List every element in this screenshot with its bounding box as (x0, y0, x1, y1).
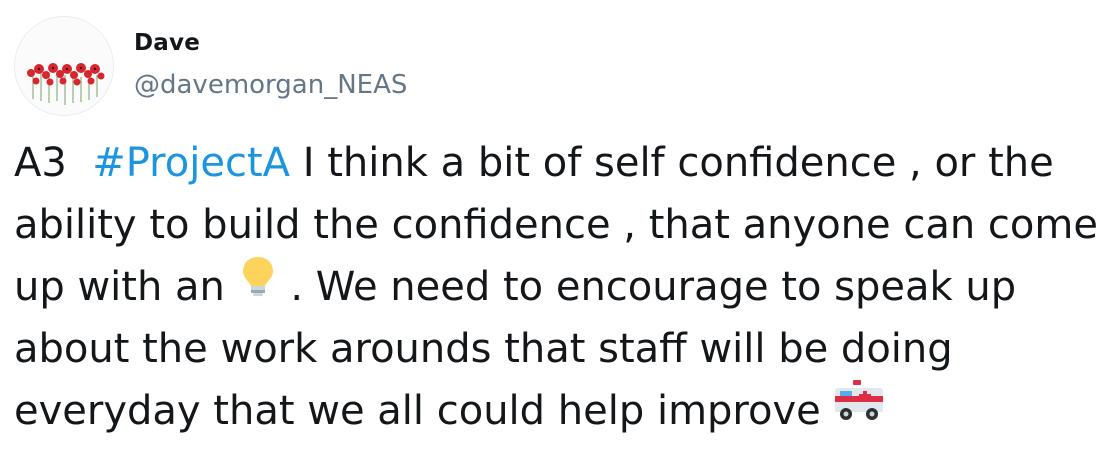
author-name[interactable]: Dave (134, 30, 200, 56)
avatar[interactable] (14, 16, 114, 116)
hashtag-link[interactable]: #ProjectA (92, 140, 290, 186)
tweet-line: A3 #ProjectA I think a bit of self confi… (14, 132, 1114, 194)
tweet-text-segment: everyday that we all could help improve (14, 388, 834, 434)
tweet-text-segment: . We need to encourage to speak up (277, 264, 1017, 310)
tweet-line: up with an . We need to encourage to spe… (14, 256, 1114, 318)
light-bulb-icon (238, 254, 278, 316)
tweet-line: everyday that we all could help improve (14, 380, 1114, 442)
tweet-text-segment: up with an (14, 264, 238, 310)
tweet-line: ability to build the confidence , that a… (14, 194, 1114, 256)
ambulance-icon (833, 378, 885, 440)
tweet-text-segment: ability to build the confidence , that a… (14, 202, 1098, 248)
tweet-text-segment: I think a bit of self confidence , or th… (289, 140, 1054, 186)
poppy-avatar-image (15, 17, 113, 115)
tweet-line: about the work arounds that staff will b… (14, 318, 1114, 380)
tweet-text-segment: about the work arounds that staff will b… (14, 326, 953, 372)
tweet-text-segment: A3 (14, 140, 93, 186)
author-handle[interactable]: @davemorgan_NEAS (134, 70, 407, 100)
tweet-text: A3 #ProjectA I think a bit of self confi… (14, 132, 1114, 442)
